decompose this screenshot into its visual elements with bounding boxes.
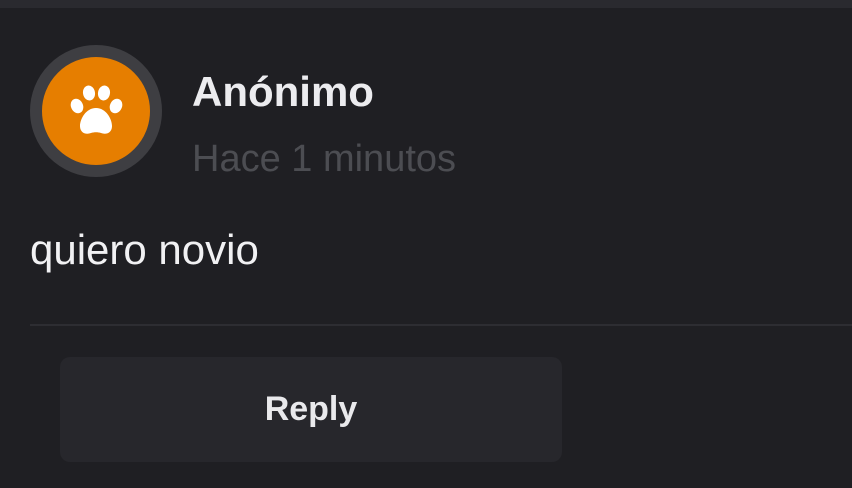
comment-card: Anónimo Hace 1 minutos quiero novio Repl… [0,8,852,488]
comment-text: quiero novio [30,226,259,273]
comment-timestamp: Hace 1 minutos [192,138,457,180]
reply-button[interactable]: Reply [60,357,562,462]
top-edge-strip [0,0,852,8]
paw-icon [64,77,128,146]
author-name: Anónimo [192,68,374,115]
avatar[interactable] [30,45,162,177]
divider [30,324,852,326]
